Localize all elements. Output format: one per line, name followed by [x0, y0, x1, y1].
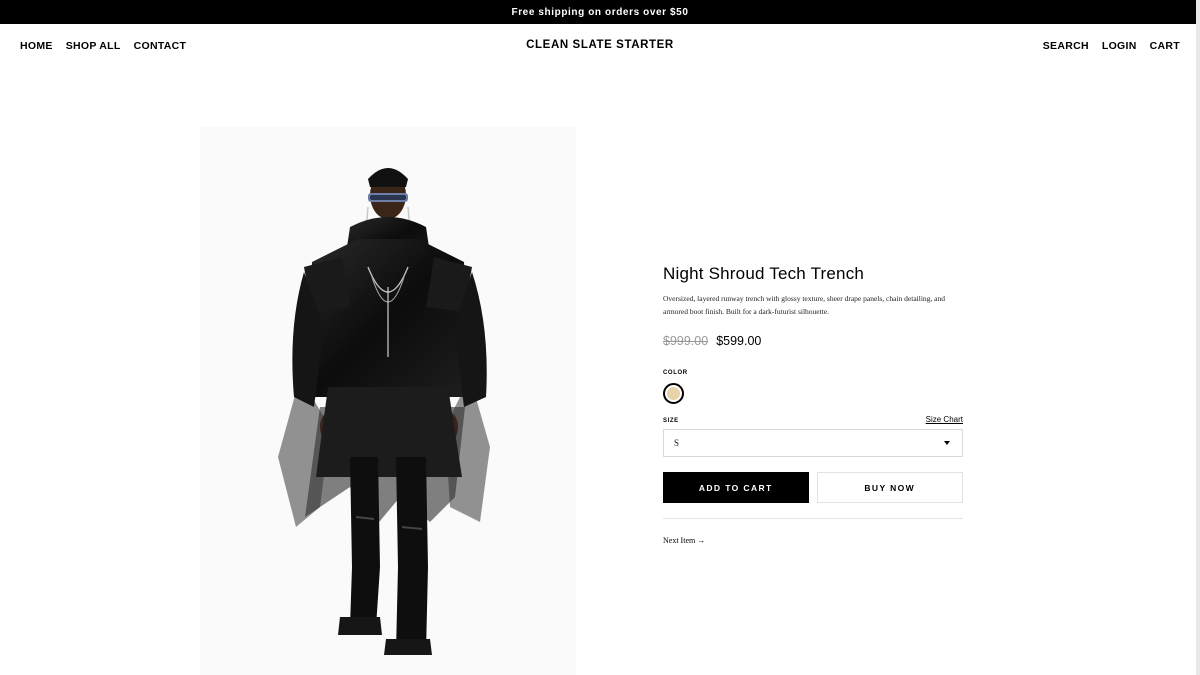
divider [663, 518, 963, 519]
add-to-cart-button[interactable]: ADD TO CART [663, 472, 809, 503]
chevron-down-icon [944, 441, 950, 445]
purchase-buttons: ADD TO CART BUY NOW [663, 472, 963, 503]
product-title: Night Shroud Tech Trench [663, 264, 865, 283]
announcement-text: Free shipping on orders over $50 [511, 6, 689, 18]
product-image[interactable] [200, 127, 576, 675]
size-select[interactable]: S [663, 429, 963, 457]
buy-now-button[interactable]: BUY NOW [816, 472, 963, 503]
product-description: Oversized, layered runway trench with gl… [663, 294, 945, 316]
scrollbar[interactable] [1196, 0, 1200, 675]
nav-login[interactable]: LOGIN [1102, 40, 1137, 52]
next-item-link[interactable]: Next Item → [663, 536, 705, 545]
color-label: COLOR [663, 370, 688, 376]
brand-logo[interactable]: CLEAN SLATE STARTER [0, 39, 1200, 51]
header-nav: HOME SHOP ALL CONTACT CLEAN SLATE STARTE… [0, 24, 1200, 68]
product-details: Night Shroud Tech Trench Oversized, laye… [663, 264, 963, 548]
size-select-value: S [674, 438, 680, 448]
nav-cart[interactable]: CART [1150, 40, 1180, 52]
size-row: SIZE Size Chart [663, 415, 963, 424]
nav-right: SEARCH LOGIN CART [1043, 40, 1180, 52]
sale-price: $599.00 [716, 334, 762, 348]
color-swatch[interactable] [663, 383, 684, 404]
model-figure-illustration [278, 168, 490, 655]
size-chart-link[interactable]: Size Chart [926, 415, 963, 424]
announcement-bar: Free shipping on orders over $50 [0, 0, 1200, 24]
nav-search[interactable]: SEARCH [1043, 40, 1089, 52]
price-row: $999.00 $599.00 [663, 334, 963, 348]
original-price: $999.00 [663, 334, 709, 348]
size-label: SIZE [663, 418, 679, 424]
